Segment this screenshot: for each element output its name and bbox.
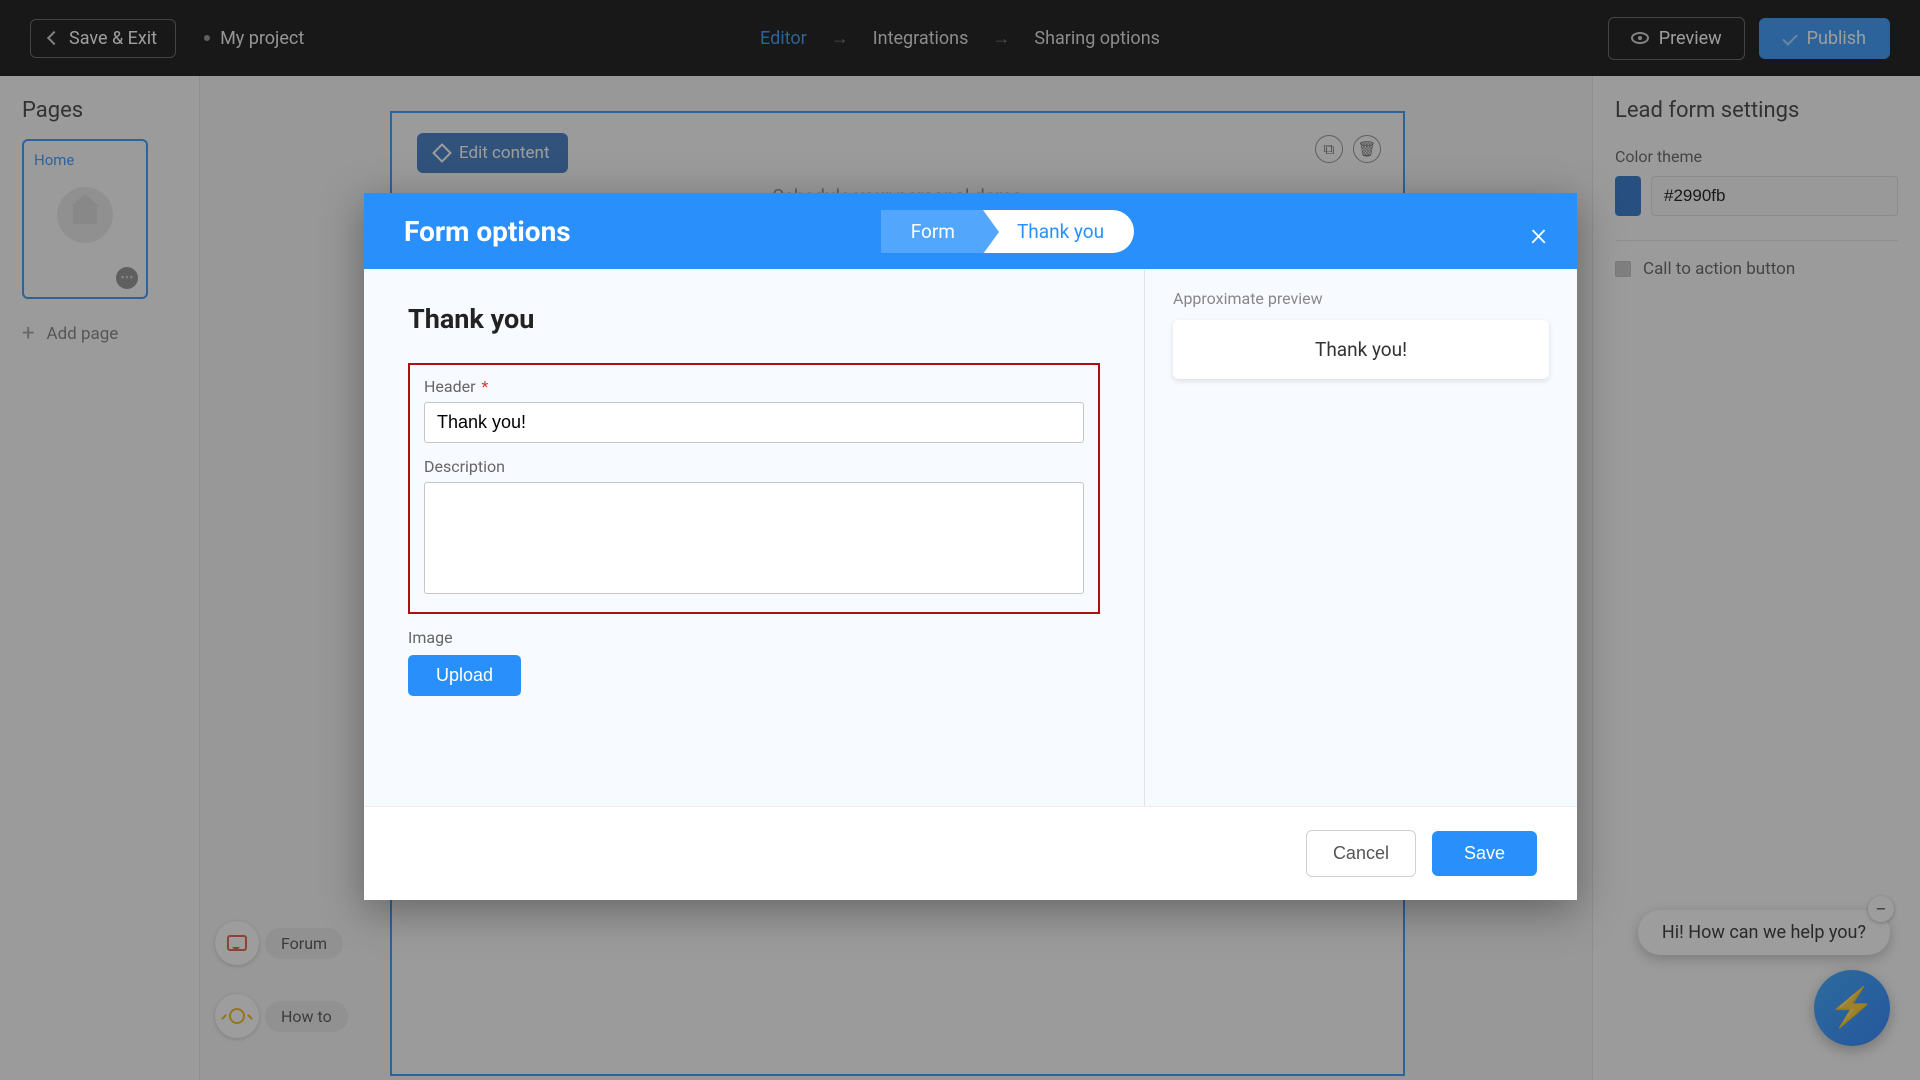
header-label-text: Header (424, 377, 476, 396)
required-asterisk: * (482, 377, 489, 396)
save-button[interactable]: Save (1432, 831, 1537, 876)
header-input[interactable] (424, 402, 1084, 443)
modal-preview-area: Approximate preview Thank you! (1144, 269, 1577, 806)
modal-header: Form options Form Thank you × (364, 193, 1577, 269)
section-title: Thank you (408, 303, 1100, 335)
tab-form[interactable]: Form (881, 210, 983, 253)
modal-form-area: Thank you Header * Description Image Upl… (364, 269, 1144, 806)
description-field-label: Description (424, 457, 1084, 476)
image-field-label: Image (408, 628, 1100, 647)
modal-footer: Cancel Save (364, 806, 1577, 900)
modal-body: Thank you Header * Description Image Upl… (364, 269, 1577, 806)
modal-close-button[interactable]: × (1530, 215, 1547, 253)
highlighted-fields: Header * Description (408, 363, 1100, 614)
preview-card: Thank you! (1173, 320, 1549, 379)
tab-thank-you[interactable]: Thank you (983, 210, 1134, 253)
header-field-label: Header * (424, 377, 1084, 396)
modal-tabs: Form Thank you (881, 210, 1134, 253)
preview-text: Thank you! (1315, 338, 1407, 361)
upload-button[interactable]: Upload (408, 655, 521, 696)
modal-title: Form options (404, 215, 571, 248)
cancel-button[interactable]: Cancel (1306, 830, 1416, 877)
form-options-modal: Form options Form Thank you × Thank you … (364, 193, 1577, 900)
preview-label: Approximate preview (1173, 289, 1549, 308)
description-textarea[interactable] (424, 482, 1084, 594)
